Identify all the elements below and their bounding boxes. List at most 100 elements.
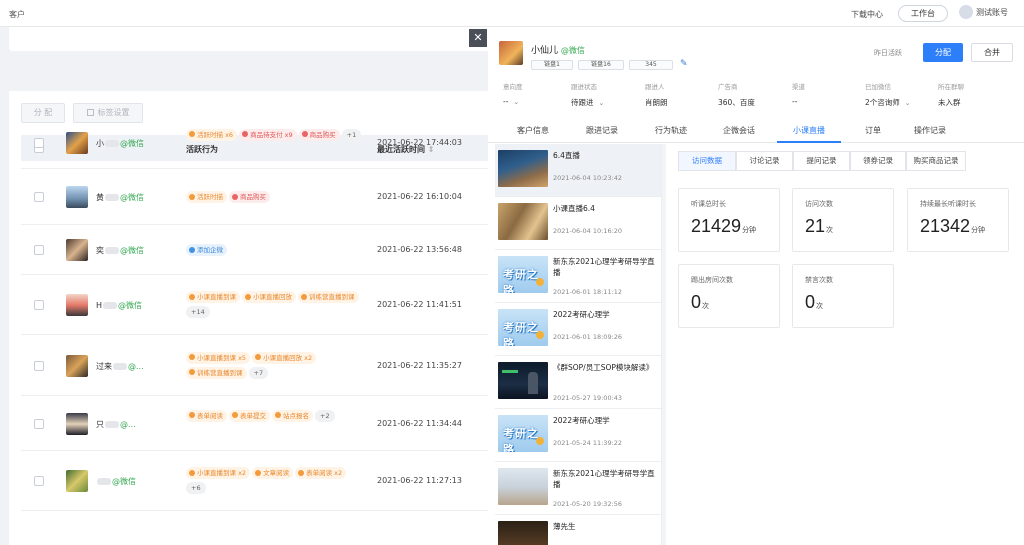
stat-label: 听课总时长 <box>691 200 726 208</box>
row-checkbox[interactable] <box>34 360 44 371</box>
sub-tab-4[interactable]: 领券记录 <box>850 151 906 171</box>
activity-tag[interactable]: +1 <box>341 128 362 141</box>
tag-chip: 链盘16 <box>578 60 624 70</box>
lesson-title: 薄先生 <box>553 522 576 531</box>
sub-tab-3[interactable]: 提问记录 <box>793 151 850 171</box>
lesson-list-item[interactable]: 《群SOP/员工SOP模块解读》 2021-05-27 19:00:43 <box>495 356 661 409</box>
tab-4[interactable]: 企微会话 <box>723 125 755 136</box>
page-title: 客户 <box>9 10 25 19</box>
sub-tab-2[interactable]: 讨论记录 <box>736 151 793 171</box>
lesson-list: 6.4直播 2021-06-04 10:23:42 小课直播6.4 2021-06-0… <box>495 144 662 545</box>
workspace-button[interactable]: 工作台 <box>898 5 948 22</box>
lesson-list-item[interactable]: 考研之路 2022考研心理学 2021-05-24 11:39:22 <box>495 409 661 462</box>
lesson-list-scrollbar[interactable] <box>662 144 666 545</box>
row-checkbox[interactable] <box>34 476 44 486</box>
activity-tag[interactable]: +2 <box>315 409 335 422</box>
live-lesson-panel: 6.4直播 2021-06-04 10:23:42 小课直播6.4 2021-06-0… <box>488 144 1024 545</box>
activity-dot-icon <box>232 412 238 418</box>
activity-tag: 训练营直播到课 <box>298 291 359 303</box>
info-label: 渠道 <box>792 83 805 91</box>
row-checkbox[interactable] <box>34 245 44 255</box>
activity-tag: 活跃时描 <box>186 191 227 203</box>
tab-1[interactable]: 客户信息 <box>517 125 549 136</box>
stat-label: 踢出房间次数 <box>691 276 733 284</box>
activity-dot-icon <box>189 354 195 360</box>
lesson-list-item[interactable]: 6.4直播 2021-06-04 10:23:42 <box>495 144 661 197</box>
lesson-list-item[interactable]: 薄先生 <box>495 515 661 545</box>
info-field[interactable]: 已加微信 2个咨询师 ⌄ <box>865 81 911 108</box>
tab-6[interactable]: 订单 <box>865 125 881 136</box>
sub-tab-5[interactable]: 购买商品记录 <box>906 151 966 171</box>
customer-name[interactable]: 过来 @... <box>96 361 144 372</box>
table-row[interactable]: 奕 @微信 添加企微 2021-06-22 13:56:48 <box>21 225 489 275</box>
tab-5[interactable]: 小课直播 <box>793 125 825 136</box>
lesson-title: 6.4直播 <box>553 151 580 160</box>
customer-name[interactable]: H @微信 <box>96 300 142 311</box>
assign-customer-button[interactable]: 分配 <box>923 43 963 62</box>
stat-label: 持续最长听课时长 <box>920 200 976 208</box>
user-avatar-icon <box>959 5 973 19</box>
calendar-icon <box>86 109 94 116</box>
active-tab-indicator <box>777 141 841 143</box>
activity-tag[interactable]: +14 <box>186 306 210 318</box>
stat-card: 踢出房间次数 0次 <box>678 264 780 328</box>
table-row[interactable]: 只 @... 表单阅读 表单提交 站点报名 +2 2021-06-22 11:34:44 <box>21 396 489 451</box>
activity-dot-icon <box>189 293 195 300</box>
customer-name[interactable]: 只 @... <box>96 419 136 430</box>
lesson-thumbnail: 考研之路 <box>498 309 548 346</box>
lesson-list-item[interactable]: 考研之路 2022考研心理学 2021-06-01 18:09:26 <box>495 303 661 356</box>
table-row[interactable]: 小 @微信 活跃时描 x6 商品待支付 x9 商品购买 +1 2021-06-22 17:4… <box>21 116 489 169</box>
info-label: 已加微信 <box>865 83 891 91</box>
download-center-link[interactable]: 下载中心 <box>851 9 883 20</box>
info-field[interactable]: 跟进状态 待跟进 ⌄ <box>571 81 604 108</box>
masked-text <box>105 139 119 147</box>
lesson-date: 2021-06-04 10:16:20 <box>553 227 623 235</box>
thumbnail-ball <box>536 278 544 286</box>
lesson-date: 2021-05-24 11:39:22 <box>553 439 623 447</box>
stat-label: 访问次数 <box>805 200 833 208</box>
info-field[interactable]: 意向度 -- ⌄ <box>503 81 523 106</box>
user-menu[interactable]: 测试账号 <box>959 5 1008 19</box>
sub-tab-1[interactable]: 访问数据 <box>678 151 736 171</box>
table-row[interactable]: 过来 @... 小课直播到课 x5 小课直播回放 x2 训练营直播到课 +7 2021-06… <box>21 335 489 396</box>
edit-icon[interactable]: ✎ <box>680 59 688 69</box>
stat-value: 21342分钟 <box>920 216 986 236</box>
lesson-list-item[interactable]: 新东东2021心理学考研导学直播 2021-05-20 19:32:56 <box>495 462 661 515</box>
last-active-time: 2021-06-22 16:10:04 <box>377 192 462 201</box>
row-checkbox[interactable] <box>34 137 44 148</box>
tab-3[interactable]: 行为轨迹 <box>655 125 687 136</box>
customer-avatar <box>66 131 88 154</box>
lesson-list-item[interactable]: 考研之路 新东东2021心理学考研导学直播 2021-06-01 18:11:12 <box>495 250 661 303</box>
activity-dot-icon <box>245 293 251 300</box>
stat-value: 21429分钟 <box>691 216 757 236</box>
activity-dot-icon <box>298 469 305 476</box>
table-row[interactable]: H @微信 小课直播到课 小课直播回放 训练营直播到课 +14 2021-06-22 11:… <box>21 275 489 335</box>
table-row[interactable]: @微信 小课直播到课 x2 文章阅读 表单阅读 x2 +6 2021-06-22 11:2… <box>21 451 489 511</box>
customer-name: 小仙儿 @微信 <box>531 46 585 56</box>
activity-dot-icon <box>255 354 262 360</box>
customer-name[interactable]: 小 @微信 <box>96 138 144 149</box>
customer-name[interactable]: 奕 @微信 <box>96 245 144 256</box>
tab-2[interactable]: 跟进记录 <box>586 125 618 136</box>
activity-tags: 活跃时描 商品购买 <box>186 191 366 206</box>
row-checkbox[interactable] <box>34 418 44 429</box>
row-checkbox[interactable] <box>34 300 44 310</box>
tag-chip: 链盘1 <box>531 60 573 70</box>
activity-tag[interactable]: +6 <box>186 482 206 494</box>
row-checkbox[interactable] <box>34 192 44 202</box>
detail-tabs: 客户信息 跟进记录 行为轨迹 企微会话 小课直播 订单 操作记录 <box>488 119 1024 143</box>
tab-7[interactable]: 操作记录 <box>914 125 946 136</box>
customer-name[interactable]: 黄 @微信 <box>96 192 144 203</box>
activity-tag: 表单阅读 x2 <box>295 467 347 479</box>
table-row[interactable]: 黄 @微信 活跃时描 商品购买 2021-06-22 16:10:04 <box>21 169 489 225</box>
merge-button[interactable]: 合并 <box>971 43 1013 62</box>
last-active-time: 2021-06-22 11:41:51 <box>377 300 462 309</box>
lesson-list-item[interactable]: 小课直播6.4 2021-06-04 10:16:20 <box>495 197 661 250</box>
customer-name[interactable]: @微信 <box>96 476 136 487</box>
activity-dot-icon <box>189 469 195 476</box>
drawer-close-button[interactable]: ✕ <box>469 29 487 47</box>
info-label: 意向度 <box>503 83 523 91</box>
activity-dot-icon <box>189 412 195 418</box>
info-field: 跟进人 肖朗朗 <box>645 81 668 108</box>
activity-tag[interactable]: +7 <box>248 366 269 379</box>
